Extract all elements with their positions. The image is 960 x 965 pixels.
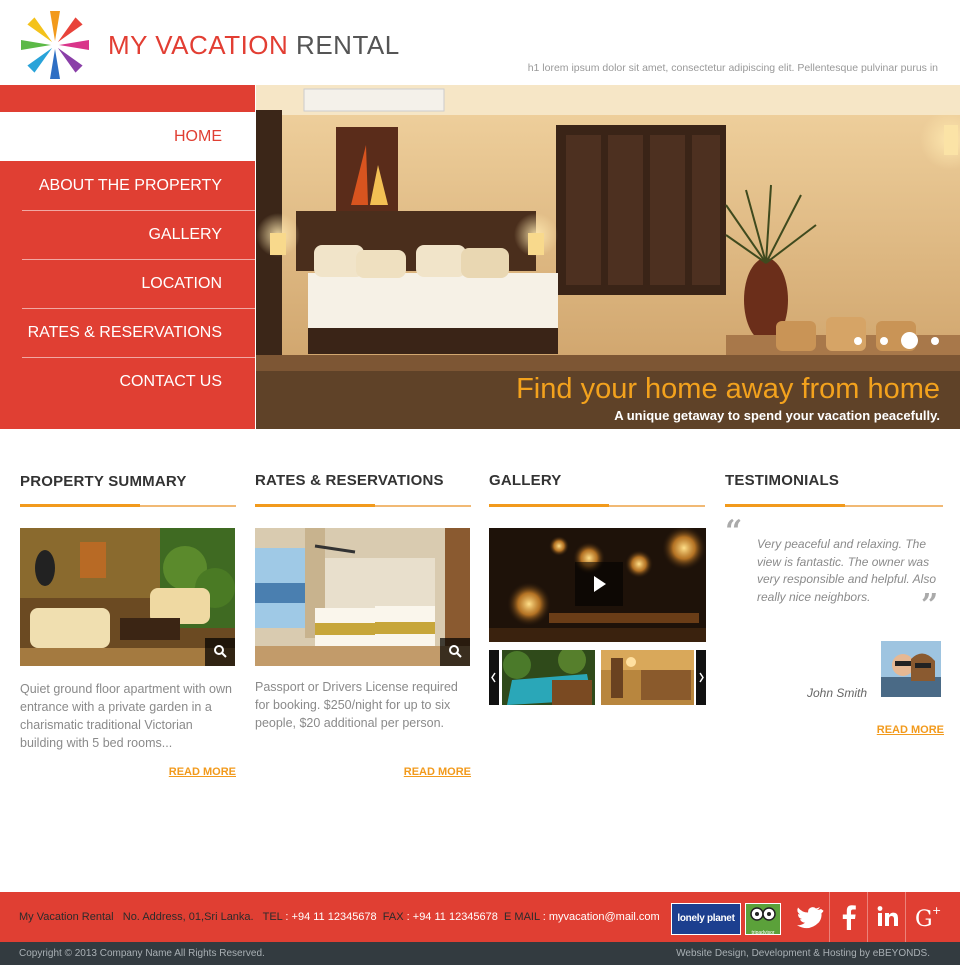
footer-bar: Copyright © 2013 Company Name All Rights… bbox=[0, 942, 960, 965]
testimonial-author: John Smith bbox=[807, 686, 868, 700]
svg-text:G: G bbox=[915, 907, 933, 932]
play-button[interactable] bbox=[575, 562, 623, 606]
search-icon bbox=[214, 645, 227, 658]
site-header: MY VACATION RENTAL h1 lorem ipsum dolor … bbox=[0, 0, 960, 85]
slider-dot-1[interactable] bbox=[854, 337, 862, 345]
zoom-button[interactable] bbox=[205, 638, 235, 666]
bedroom-image bbox=[255, 528, 470, 666]
reviewer-photo bbox=[881, 641, 941, 697]
brand-secondary: RENTAL bbox=[296, 30, 400, 60]
company-name: My Vacation Rental bbox=[19, 911, 114, 923]
section-text: Quiet ground floor apartment with own en… bbox=[20, 682, 232, 750]
facebook-button[interactable] bbox=[829, 892, 867, 942]
section-rule bbox=[255, 504, 471, 507]
nav-item-contact[interactable]: CONTACT US bbox=[0, 357, 255, 406]
linkedin-button[interactable] bbox=[867, 892, 905, 942]
chevron-right-icon bbox=[699, 672, 704, 683]
twitter-icon bbox=[797, 907, 824, 929]
play-icon bbox=[594, 576, 606, 592]
nav-item-home[interactable]: HOME bbox=[0, 112, 255, 161]
avatar bbox=[881, 641, 941, 697]
copyright-text: Copyright © 2013 Company Name All Rights… bbox=[19, 948, 265, 959]
nav-item-location[interactable]: LOCATION bbox=[0, 259, 255, 308]
hero-title: Find your home away from home bbox=[516, 373, 940, 405]
tel-label: TEL bbox=[262, 911, 283, 923]
facebook-icon bbox=[842, 905, 856, 930]
google-plus-icon: G + bbox=[915, 904, 941, 932]
search-icon bbox=[449, 645, 462, 658]
brand-primary: MY VACATION bbox=[108, 30, 289, 60]
read-more-link[interactable]: READ MORE bbox=[877, 724, 944, 736]
section-rule bbox=[725, 504, 943, 507]
tripadvisor-owl-icon bbox=[750, 907, 776, 921]
section-title: TESTIMONIALS bbox=[725, 472, 840, 489]
rates-thumbnail[interactable] bbox=[255, 528, 470, 666]
twitter-button[interactable] bbox=[791, 892, 829, 942]
tel-value: +94 11 12345678 bbox=[291, 911, 377, 923]
hero-caption: Find your home away from home A unique g… bbox=[516, 373, 940, 423]
company-address: No. Address, 01,Sri Lanka. bbox=[122, 911, 254, 923]
rates-section: RATES & RESERVATIONS Passport or Drivers… bbox=[255, 470, 471, 778]
site-footer: My Vacation Rental No. Address, 01,Sri L… bbox=[0, 892, 960, 942]
close-quote-icon: ” bbox=[921, 588, 939, 623]
email-label: E MAIL bbox=[504, 911, 540, 923]
section-text: Passport or Drivers License required for… bbox=[255, 680, 458, 730]
gallery-thumb-2[interactable] bbox=[601, 650, 694, 705]
property-thumbnail[interactable] bbox=[20, 528, 235, 666]
gallery-prev-button[interactable] bbox=[489, 650, 499, 705]
gallery-thumb-1[interactable] bbox=[502, 650, 595, 705]
slider-dot-3[interactable] bbox=[901, 332, 918, 349]
section-rule bbox=[20, 504, 236, 507]
slider-dot-2[interactable] bbox=[880, 337, 888, 345]
logo-icon[interactable] bbox=[18, 8, 92, 82]
hero-subtitle: A unique getaway to spend your vacation … bbox=[614, 408, 940, 423]
testimonials-section: TESTIMONIALS “ Very peaceful and relaxin… bbox=[725, 470, 944, 736]
zoom-button[interactable] bbox=[440, 638, 470, 666]
gallery-section: GALLERY bbox=[489, 470, 706, 705]
fax-label: FAX bbox=[382, 911, 404, 923]
testimonial-quote: Very peaceful and relaxing. The view is … bbox=[757, 537, 936, 604]
gallery-next-button[interactable] bbox=[696, 650, 706, 705]
read-more-link[interactable]: READ MORE bbox=[169, 766, 236, 778]
interior-image bbox=[601, 650, 694, 705]
open-quote-icon: “ bbox=[725, 514, 743, 549]
nav-item-about[interactable]: ABOUT THE PROPERTY bbox=[0, 161, 255, 210]
main-nav: HOME ABOUT THE PROPERTY GALLERY LOCATION… bbox=[0, 85, 255, 429]
section-title: RATES & RESERVATIONS bbox=[255, 472, 444, 489]
lonely-planet-label: lonely planet bbox=[677, 913, 735, 924]
tripadvisor-label: tripadvisor bbox=[751, 930, 775, 936]
lonely-planet-badge[interactable]: lonely planet bbox=[671, 903, 741, 935]
tripadvisor-badge[interactable]: tripadvisor bbox=[745, 903, 781, 936]
gallery-video[interactable] bbox=[489, 528, 706, 642]
fax-value: +94 11 12345678 bbox=[412, 911, 498, 923]
google-plus-button[interactable]: G + bbox=[905, 892, 945, 942]
living-room-image bbox=[20, 528, 235, 666]
section-title: PROPERTY SUMMARY bbox=[20, 473, 187, 490]
section-title: GALLERY bbox=[489, 472, 562, 489]
contact-info: My Vacation Rental No. Address, 01,Sri L… bbox=[19, 911, 660, 923]
email-value[interactable]: myvacation@mail.com bbox=[549, 911, 660, 923]
svg-text:+: + bbox=[932, 904, 941, 917]
hero-slider[interactable]: Find your home away from home A unique g… bbox=[256, 85, 960, 429]
brand-name[interactable]: MY VACATION RENTAL bbox=[108, 30, 400, 61]
section-rule bbox=[489, 504, 705, 507]
nav-item-gallery[interactable]: GALLERY bbox=[0, 210, 255, 259]
slider-dot-4[interactable] bbox=[931, 337, 939, 345]
credit-text[interactable]: Website Design, Development & Hosting by… bbox=[676, 948, 930, 959]
linkedin-icon bbox=[877, 906, 898, 926]
tagline: h1 lorem ipsum dolor sit amet, consectet… bbox=[527, 62, 938, 74]
read-more-link[interactable]: READ MORE bbox=[404, 766, 471, 778]
property-summary-section: PROPERTY SUMMARY Quiet ground floor apar… bbox=[20, 470, 236, 778]
pool-image bbox=[502, 650, 595, 705]
chevron-left-icon bbox=[491, 672, 496, 683]
nav-item-rates[interactable]: RATES & RESERVATIONS bbox=[0, 308, 255, 357]
